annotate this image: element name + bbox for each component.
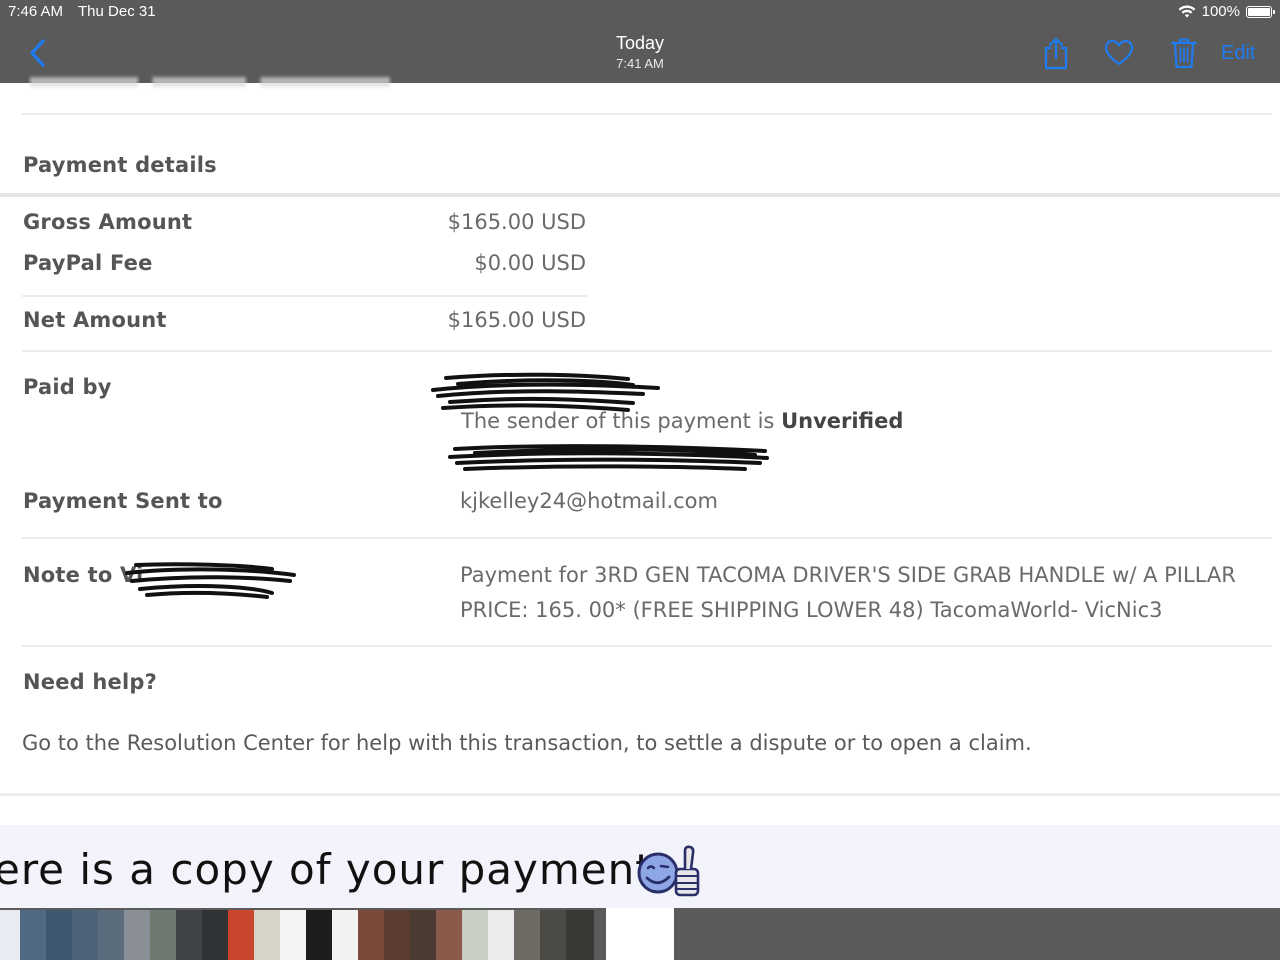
thumbnail-selected[interactable]: [606, 908, 674, 960]
thumbnail[interactable]: [228, 910, 254, 960]
redaction-scribble: [125, 562, 296, 599]
wifi-icon: [1178, 4, 1196, 17]
thumbnail[interactable]: [462, 910, 488, 960]
trash-icon[interactable]: [1168, 36, 1200, 70]
thumbnail[interactable]: [176, 910, 202, 960]
status-time: 7:46 AM: [8, 3, 64, 20]
status-right: 100%: [1178, 3, 1275, 20]
net-amount-label: Net Amount: [23, 308, 167, 332]
heart-icon[interactable]: [1103, 36, 1135, 70]
divider: [22, 295, 587, 297]
thumbnail[interactable]: [410, 910, 436, 960]
thumbnail[interactable]: [124, 910, 150, 960]
thumbnail-strip[interactable]: [0, 908, 1280, 960]
status-date: Thu Dec 31: [78, 3, 156, 20]
email-body: Payment details Gross Amount $165.00 USD…: [0, 77, 1280, 825]
paid-by-label: Paid by: [23, 375, 112, 399]
paypal-fee-value: $0.00 USD: [474, 251, 586, 275]
payment-sent-to-value[interactable]: kjkelley24@hotmail.com: [460, 489, 718, 513]
share-icon[interactable]: [1040, 36, 1072, 70]
thumbs-up-smiley-icon: [637, 845, 700, 897]
divider: [22, 645, 1272, 647]
edit-button[interactable]: Edit: [1221, 42, 1255, 65]
divider: [22, 113, 1272, 115]
thumbnail[interactable]: [254, 910, 280, 960]
thumbnail[interactable]: [566, 910, 594, 960]
divider: [22, 350, 1272, 352]
battery-icon: [1246, 5, 1275, 18]
thumbnail[interactable]: [202, 910, 228, 960]
nav-title: Today: [615, 33, 665, 53]
divider: [0, 793, 1280, 796]
thumbnail[interactable]: [98, 910, 124, 960]
thumbnail[interactable]: [436, 910, 462, 960]
need-help-title: Need help?: [23, 670, 158, 694]
thumbnail[interactable]: [280, 910, 306, 960]
payment-sent-to-label: Payment Sent to: [23, 489, 223, 513]
sender-note: The sender of this payment is: [461, 409, 775, 433]
redaction-scribble: [448, 444, 769, 471]
battery-percent: 100%: [1201, 3, 1240, 20]
thumbnail[interactable]: [20, 910, 46, 960]
sender-status: Unverified: [781, 409, 904, 433]
section-title: Payment details: [23, 153, 217, 177]
note-line-2: PRICE: 165. 00* (FREE SHIPPING LOWER 48)…: [460, 598, 1163, 622]
divider: [0, 193, 1280, 197]
thumbnail[interactable]: [332, 910, 358, 960]
thumbnail[interactable]: [306, 910, 332, 960]
thumbnail[interactable]: [514, 910, 540, 960]
help-text: Go to the Resolution Center for help wit…: [22, 731, 1032, 755]
nav-bar: Today 7:41 AM Edit: [0, 24, 1280, 83]
banner-text: ere is a copy of your payment: [0, 845, 653, 894]
cropped-text-line: [30, 77, 390, 87]
thumbnail[interactable]: [488, 910, 514, 960]
gross-amount-label: Gross Amount: [23, 210, 193, 234]
status-bar: 7:46 AM Thu Dec 31 100%: [0, 0, 1280, 24]
note-line-1: Payment for 3RD GEN TACOMA DRIVER'S SIDE…: [460, 563, 1236, 587]
thumbnail[interactable]: [384, 910, 410, 960]
thumbnail[interactable]: [150, 910, 176, 960]
thumbnail[interactable]: [540, 910, 566, 960]
thumbnail[interactable]: [46, 910, 72, 960]
net-amount-value: $165.00 USD: [447, 308, 586, 332]
gross-amount-value: $165.00 USD: [447, 210, 586, 234]
paypal-fee-label: PayPal Fee: [23, 251, 153, 275]
thumbnail[interactable]: [0, 910, 20, 960]
divider: [22, 537, 1272, 539]
thumbnail[interactable]: [72, 910, 98, 960]
sender-status-text: The sender of this payment is Unverified: [461, 409, 903, 433]
nav-subtitle: 7:41 AM: [616, 56, 664, 71]
thumbnail[interactable]: [358, 910, 384, 960]
